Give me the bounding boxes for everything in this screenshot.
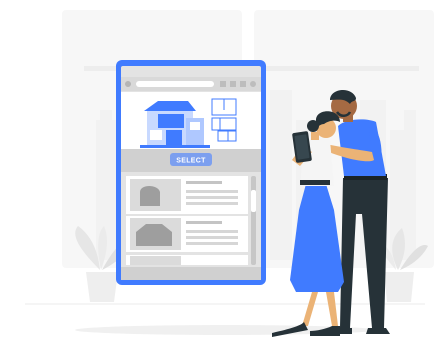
select-button-label: SELECT: [176, 158, 206, 165]
illustration-scene: SELECT: [25, 10, 434, 337]
menu-icon[interactable]: [220, 81, 226, 87]
phone-bottom-bar: [121, 267, 261, 280]
tab-icon[interactable]: [240, 81, 246, 87]
scrollbar-track[interactable]: [251, 176, 256, 265]
listing-card[interactable]: [126, 255, 248, 265]
address-bar[interactable]: [136, 81, 214, 87]
home-icon[interactable]: [125, 81, 131, 87]
floor: [25, 303, 425, 335]
scrollbar-thumb[interactable]: [251, 190, 256, 212]
listing-card[interactable]: [126, 176, 248, 214]
search-icon[interactable]: [230, 81, 236, 87]
phone-mockup: SELECT: [116, 60, 266, 285]
listing-card[interactable]: [126, 216, 248, 252]
settings-icon[interactable]: [250, 81, 256, 87]
